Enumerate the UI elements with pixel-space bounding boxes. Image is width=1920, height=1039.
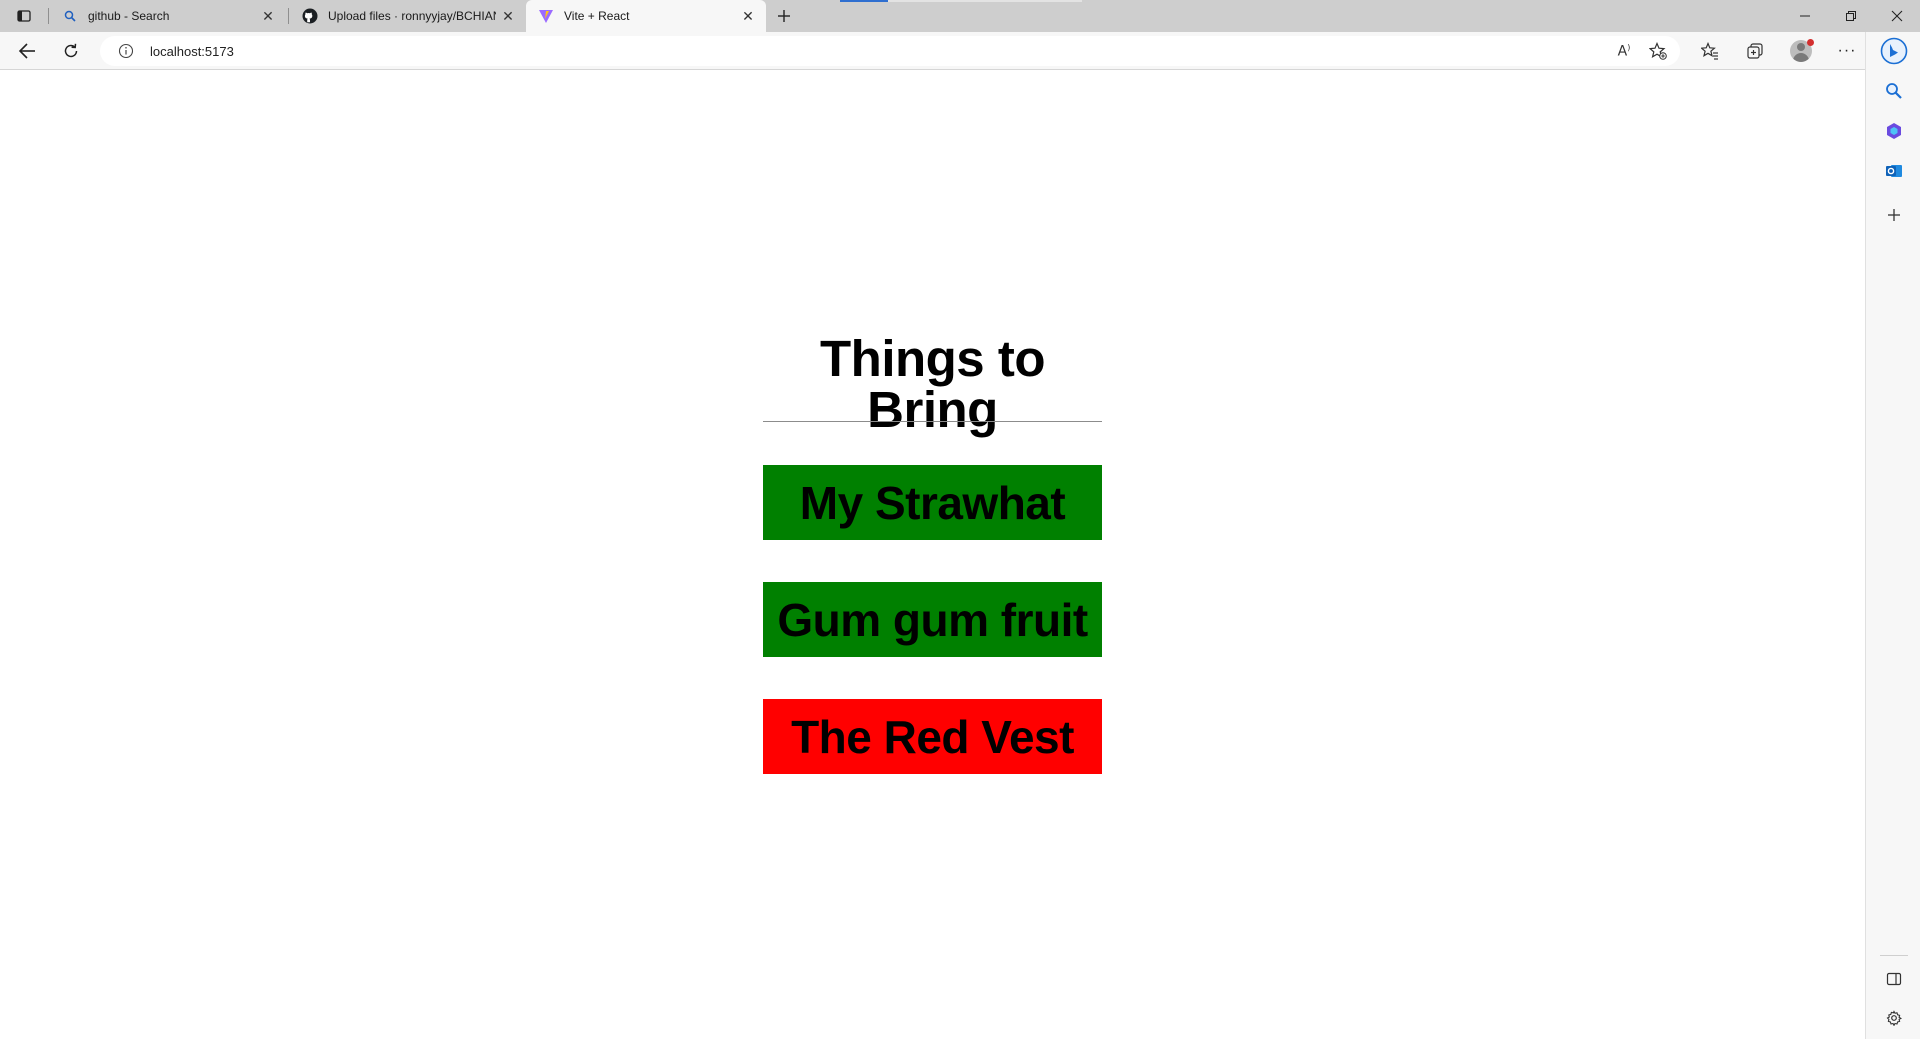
- loading-progress-bar: [840, 0, 888, 2]
- tab-vite-react[interactable]: Vite + React ✕: [526, 0, 766, 32]
- search-icon: [1886, 83, 1902, 99]
- list-item-label: Gum gum fruit: [777, 593, 1088, 646]
- tab-title: github - Search: [88, 9, 170, 23]
- outlook-button[interactable]: [1879, 156, 1909, 186]
- search-icon: [62, 8, 78, 24]
- add-favorite-button[interactable]: [1646, 39, 1670, 63]
- list-item-label: My Strawhat: [799, 476, 1066, 529]
- notification-dot: [1807, 39, 1814, 46]
- sidebar-settings-button[interactable]: [1879, 1003, 1909, 1033]
- loading-progress-track: [888, 0, 1082, 2]
- list-item: The Red Vest: [763, 699, 1102, 774]
- github-icon: [302, 8, 318, 24]
- favorites-icon: [1701, 42, 1718, 60]
- read-aloud-button[interactable]: A): [1612, 39, 1636, 63]
- plus-icon: [1888, 209, 1900, 221]
- list-item-label: The Red Vest: [791, 710, 1074, 763]
- close-window-button[interactable]: [1874, 0, 1920, 32]
- tab-actions-icon: [17, 10, 31, 22]
- sidebar-divider: [1880, 955, 1908, 956]
- list-item: Gum gum fruit: [763, 582, 1102, 657]
- address-bar[interactable]: localhost:5173: [100, 36, 1680, 66]
- close-icon: [1891, 10, 1903, 22]
- back-arrow-icon: [18, 43, 35, 59]
- sidebar-search-button[interactable]: [1879, 76, 1909, 106]
- tab-github-search[interactable]: github - Search ✕: [50, 0, 286, 32]
- gear-icon: [1886, 1010, 1902, 1026]
- refresh-button[interactable]: [56, 37, 86, 65]
- refresh-icon: [64, 43, 78, 58]
- outlook-icon: [1886, 165, 1902, 177]
- tab-actions-button[interactable]: [8, 4, 40, 28]
- vite-icon: [538, 8, 554, 24]
- minimize-icon: [1800, 15, 1810, 17]
- restore-icon: [1846, 11, 1856, 21]
- edge-sidebar: [1865, 32, 1920, 1039]
- sidebar-toggle-icon: [1886, 972, 1902, 986]
- hide-sidebar-button[interactable]: [1879, 964, 1909, 994]
- collections-icon: [1747, 43, 1763, 59]
- url-text[interactable]: localhost:5173: [150, 44, 234, 59]
- read-aloud-icon: A): [1617, 42, 1631, 60]
- site-info-icon[interactable]: [118, 43, 134, 59]
- restore-button[interactable]: [1828, 0, 1874, 32]
- list-item: My Strawhat: [763, 465, 1102, 540]
- page-heading: Things to Bring: [820, 330, 1045, 438]
- tab-separator: [48, 8, 49, 24]
- close-tab-icon[interactable]: ✕: [256, 4, 280, 28]
- plus-icon: [778, 10, 790, 22]
- add-sidebar-app-button[interactable]: [1879, 200, 1909, 230]
- star-add-icon: [1649, 42, 1667, 60]
- browser-toolbar: localhost:5173 A) ···: [0, 32, 1920, 70]
- tab-strip: github - Search ✕ Upload files · ronnyyj…: [0, 0, 1920, 32]
- close-tab-icon[interactable]: ✕: [736, 4, 760, 28]
- browser-window: github - Search ✕ Upload files · ronnyyj…: [0, 0, 1920, 1039]
- close-tab-icon[interactable]: ✕: [496, 4, 520, 28]
- settings-and-more-button[interactable]: ···: [1832, 37, 1862, 65]
- favorites-button[interactable]: [1695, 37, 1725, 65]
- bing-chat-button[interactable]: [1879, 36, 1909, 66]
- heading-divider: [763, 421, 1102, 422]
- page-viewport: Things to Bring My Strawhat Gum gum frui…: [0, 71, 1865, 1039]
- office-icon: [1887, 123, 1901, 139]
- bing-icon: [1880, 37, 1908, 65]
- collections-button[interactable]: [1740, 37, 1770, 65]
- profile-button[interactable]: [1786, 37, 1816, 65]
- more-icon: ···: [1837, 42, 1857, 59]
- tab-title: Upload files · ronnyyjay/BCHIAN: [328, 9, 496, 23]
- tab-upload-files[interactable]: Upload files · ronnyyjay/BCHIAN ✕: [290, 0, 526, 32]
- sidebar-tools-button[interactable]: [1879, 116, 1909, 146]
- minimize-button[interactable]: [1782, 0, 1828, 32]
- tab-title: Vite + React: [564, 9, 630, 23]
- new-tab-button[interactable]: [770, 4, 798, 28]
- tab-separator: [288, 8, 289, 24]
- back-button[interactable]: [12, 37, 42, 65]
